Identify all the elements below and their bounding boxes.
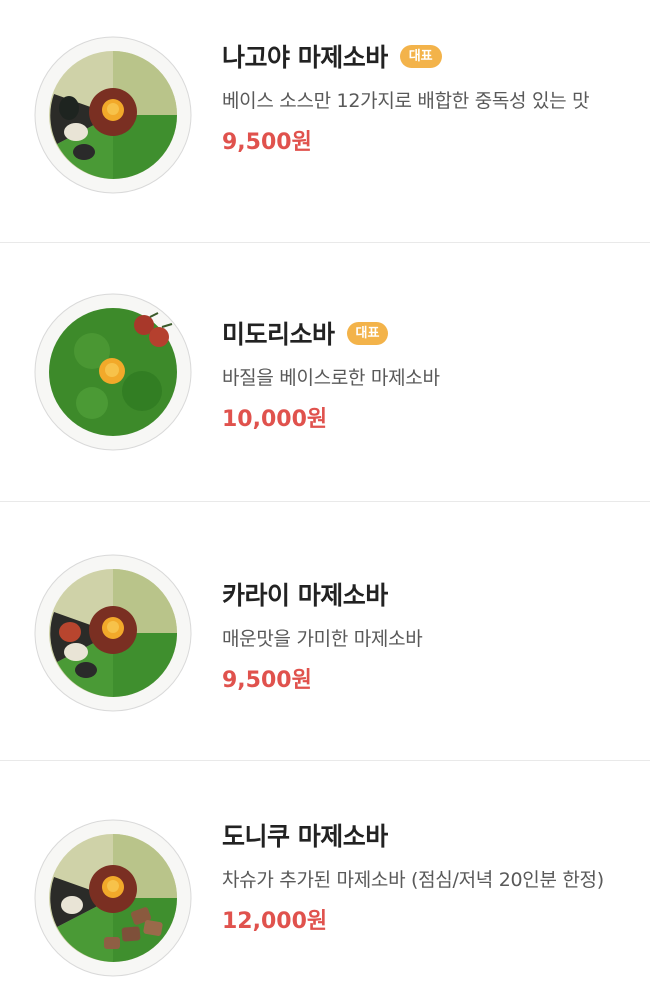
menu-item-name: 카라이 마제소바 (222, 581, 388, 610)
menu-item-info: 미도리소바 대표 바질을 베이스로한 마제소바 10,000원 (222, 315, 626, 433)
doniku-mazesoba-image[interactable] (32, 817, 194, 979)
nagoya-mazesoba-image[interactable] (32, 34, 194, 196)
menu-item-description: 매운맛을 가미한 마제소바 (222, 628, 423, 650)
menu-item-description: 베이스 소스만 12가지로 배합한 중독성 있는 맛 (222, 90, 590, 112)
menu-item-karai-mazesoba[interactable]: 카라이 마제소바 매운맛을 가미한 마제소바 9,500원 (0, 502, 650, 761)
menu-item-price: 10,000원 (222, 407, 328, 432)
menu-item-doniku-mazesoba[interactable]: 도니쿠 마제소바 차슈가 추가된 마제소바 (점심/저녁 20인분 한정) 12… (0, 761, 650, 1008)
menu-item-price: 12,000원 (222, 909, 328, 934)
menu-item-info: 카라이 마제소바 매운맛을 가미한 마제소바 9,500원 (222, 576, 626, 694)
menu-item-name: 도니쿠 마제소바 (222, 822, 388, 851)
menu-item-nagoya-mazesoba[interactable]: 나고야 마제소바 대표 베이스 소스만 12가지로 배합한 중독성 있는 맛 9… (0, 0, 650, 243)
menu-item-midori-soba[interactable]: 미도리소바 대표 바질을 베이스로한 마제소바 10,000원 (0, 243, 650, 502)
karai-mazesoba-image[interactable] (32, 552, 194, 714)
menu-item-name: 나고야 마제소바 (222, 43, 388, 72)
menu-list: 나고야 마제소바 대표 베이스 소스만 12가지로 배합한 중독성 있는 맛 9… (0, 0, 650, 1008)
signature-badge: 대표 (399, 44, 442, 68)
menu-item-name: 미도리소바 (222, 320, 335, 349)
midori-soba-image[interactable] (32, 291, 194, 453)
menu-item-description: 바질을 베이스로한 마제소바 (222, 367, 440, 389)
menu-item-price: 9,500원 (222, 130, 312, 155)
menu-item-info: 나고야 마제소바 대표 베이스 소스만 12가지로 배합한 중독성 있는 맛 9… (222, 38, 626, 156)
menu-item-info: 도니쿠 마제소바 차슈가 추가된 마제소바 (점심/저녁 20인분 한정) 12… (222, 817, 626, 935)
menu-item-price: 9,500원 (222, 668, 312, 693)
signature-badge: 대표 (346, 321, 389, 345)
menu-item-description: 차슈가 추가된 마제소바 (점심/저녁 20인분 한정) (222, 869, 604, 891)
